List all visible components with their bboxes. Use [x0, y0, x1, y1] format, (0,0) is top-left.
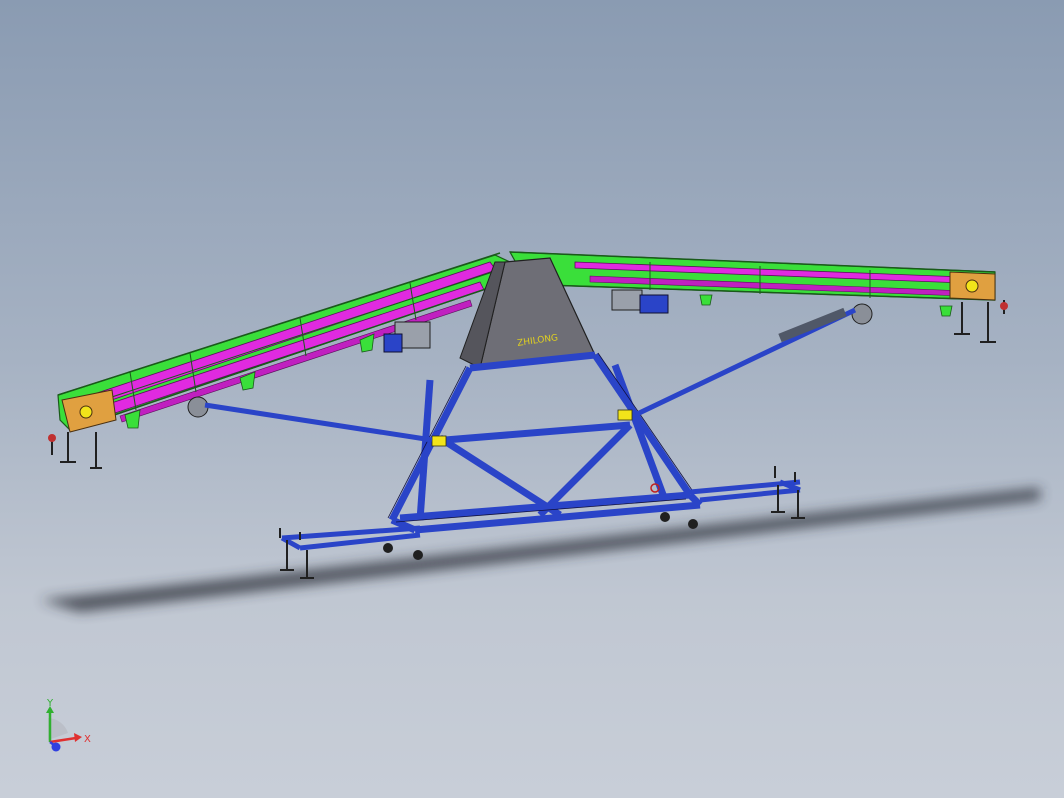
x-axis-line [49, 736, 77, 744]
right-belt-section[interactable] [508, 251, 996, 325]
right-legs [954, 300, 1008, 343]
x-axis-label: X [84, 734, 91, 745]
z-axis-origin-icon [51, 742, 61, 752]
left-legs [48, 432, 102, 469]
left-belt-section[interactable] [57, 252, 513, 433]
cad-viewport[interactable]: ZHILONG Y X [0, 0, 1064, 798]
conveyor-model[interactable]: ZHILONG [0, 0, 1064, 798]
axis-triad[interactable]: Y X [38, 698, 98, 758]
y-axis-label: Y [46, 698, 54, 709]
x-axis-arrow-icon [74, 733, 82, 742]
